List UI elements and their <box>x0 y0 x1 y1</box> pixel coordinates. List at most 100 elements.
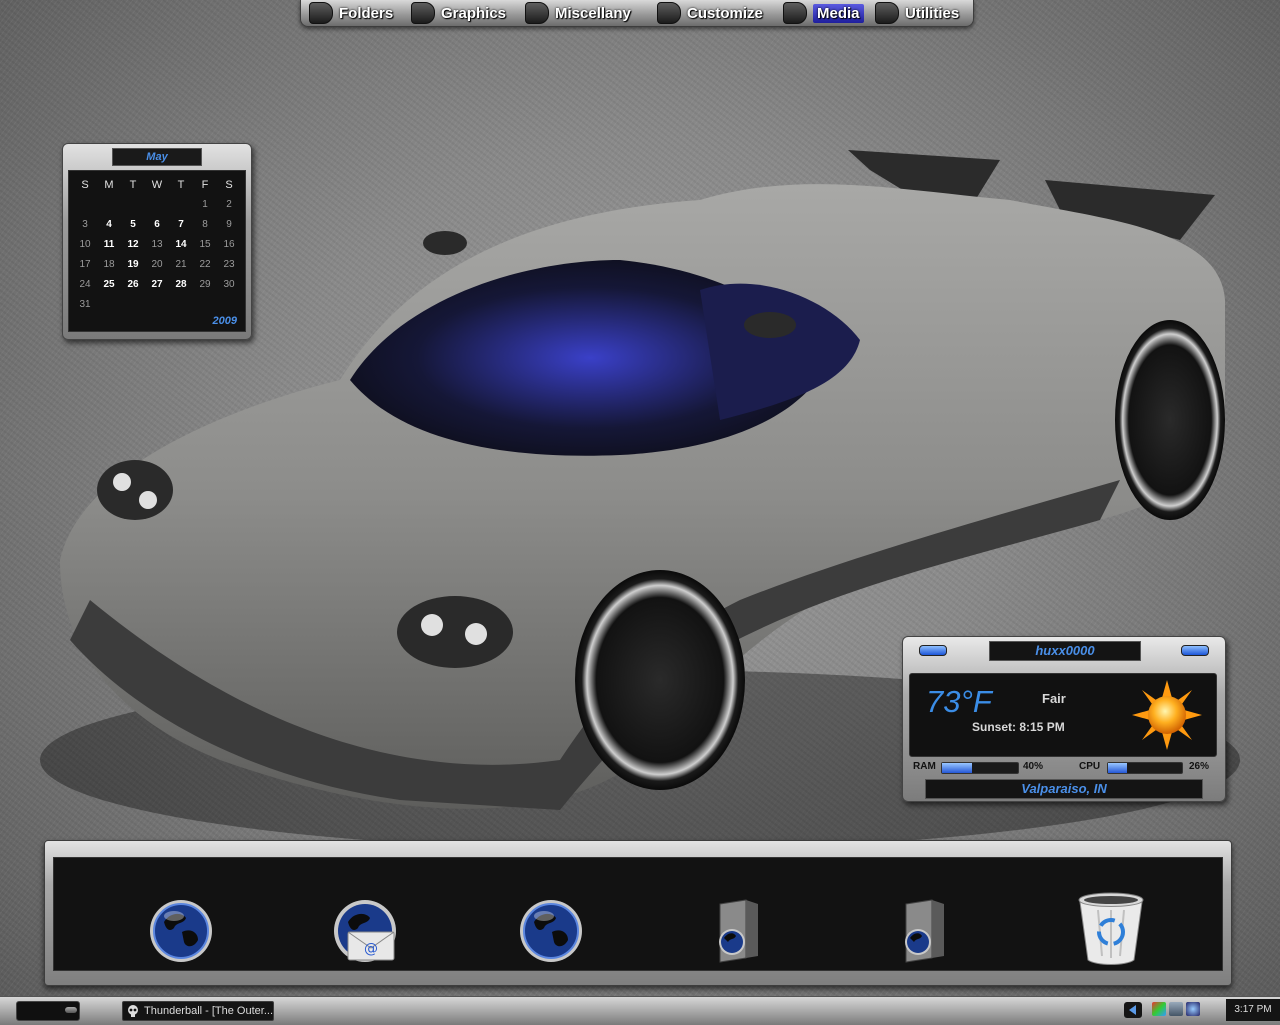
top-menu-bar: Folders Graphics Miscellany Customize Me… <box>300 0 974 27</box>
calendar-day[interactable]: 10 <box>73 235 97 255</box>
ram-meter-fill <box>942 763 973 773</box>
calendar-day[interactable]: 19 <box>121 255 145 275</box>
calendar-weekday: S <box>81 179 89 191</box>
calendar-week-row: 24 25 26 27 28 29 30 <box>73 275 241 295</box>
calendar-weekday: F <box>201 179 209 191</box>
calendar-day[interactable]: 29 <box>193 275 217 295</box>
calendar-day[interactable]: 14 <box>169 235 193 255</box>
calendar-day[interactable]: 2 <box>217 195 241 215</box>
calendar-day[interactable]: 18 <box>97 255 121 275</box>
globe-icon[interactable] <box>148 898 214 964</box>
calendar-day <box>169 195 193 215</box>
calendar-day <box>145 195 169 215</box>
menu-graphics[interactable]: Graphics <box>411 2 506 24</box>
calendar-day[interactable]: 24 <box>73 275 97 295</box>
calendar-weekday: S <box>225 179 233 191</box>
calendar-day <box>97 195 121 215</box>
calendar-weekday: M <box>104 179 114 191</box>
menu-label: Media <box>813 3 864 23</box>
calendar-day <box>97 295 121 315</box>
app-skull-icon <box>128 1005 138 1017</box>
calendar-day[interactable]: 4 <box>97 215 121 235</box>
calendar-day[interactable]: 11 <box>97 235 121 255</box>
calendar-week-row: 12 <box>73 195 241 215</box>
calendar-week-row: 31 <box>73 295 241 315</box>
calendar-day[interactable]: 6 <box>145 215 169 235</box>
cpu-label: CPU <box>1079 761 1101 772</box>
tray-network-icon[interactable] <box>1169 1002 1183 1016</box>
ram-label: RAM <box>913 761 936 772</box>
dock: @ <box>44 840 1232 986</box>
calendar-day[interactable]: 1 <box>193 195 217 215</box>
taskbar: Thunderball - [The Outer... 3:17 PM <box>0 996 1280 1025</box>
weather-condition: Fair <box>1042 691 1066 706</box>
calendar-day <box>121 295 145 315</box>
email-globe-icon[interactable]: @ <box>332 898 398 964</box>
weather-widget[interactable]: huxx0000 73°F Fair Sunset: 8:15 PM RAM 4… <box>902 636 1226 802</box>
calendar-day <box>169 295 193 315</box>
calendar-day[interactable]: 15 <box>193 235 217 255</box>
system-meters: RAM 40% CPU 26% <box>911 761 1217 775</box>
menu-media[interactable]: Media <box>783 2 864 24</box>
menu-knob-icon <box>657 2 681 24</box>
calendar-day <box>145 295 169 315</box>
calendar-day[interactable]: 30 <box>217 275 241 295</box>
calendar-week-row: 3456789 <box>73 215 241 235</box>
calendar-body: S M T W T F S 1 2 3 4 5 6 7 8 9 10 11 12 13 14 15 16 17 18 19 20 21… <box>68 170 246 332</box>
calendar-day[interactable]: 8 <box>193 215 217 235</box>
calendar-day[interactable]: 7 <box>169 215 193 235</box>
calendar-year: 2009 <box>212 315 237 327</box>
calendar-day[interactable]: 26 <box>121 275 145 295</box>
calendar-day[interactable]: 16 <box>217 235 241 255</box>
calendar-day[interactable]: 9 <box>217 215 241 235</box>
calendar-week-row: 17 18 19 20 21 22 23 <box>73 255 241 275</box>
calendar-weekday: T <box>129 179 137 191</box>
calendar-day[interactable]: 5 <box>121 215 145 235</box>
tray-assistant-icon[interactable] <box>1186 1002 1200 1016</box>
ram-meter <box>941 762 1019 774</box>
menu-knob-icon <box>875 2 899 24</box>
calendar-day[interactable]: 22 <box>193 255 217 275</box>
calendar-day[interactable]: 17 <box>73 255 97 275</box>
folder-globe-icon[interactable] <box>706 898 772 964</box>
menu-knob-icon <box>411 2 435 24</box>
menu-customize[interactable]: Customize <box>657 2 763 24</box>
calendar-day[interactable]: 13 <box>145 235 169 255</box>
menu-label: Utilities <box>905 4 960 22</box>
calendar-weekday: T <box>177 179 185 191</box>
menu-knob-icon <box>525 2 549 24</box>
taskbar-clock[interactable]: 3:17 PM <box>1226 999 1280 1021</box>
calendar-day[interactable]: 3 <box>73 215 97 235</box>
globe-icon[interactable] <box>518 898 584 964</box>
tray-app-icon[interactable] <box>1152 1002 1166 1016</box>
calendar-day[interactable]: 28 <box>169 275 193 295</box>
calendar-day[interactable]: 21 <box>169 255 193 275</box>
calendar-grid: S M T W T F S 1 2 3 4 5 6 7 8 9 10 11 12 13 14 15 16 17 18 19 20 21… <box>73 175 241 315</box>
menu-knob-icon <box>783 2 807 24</box>
weather-panel: 73°F Fair Sunset: 8:15 PM <box>909 673 1217 757</box>
led-left-icon <box>919 645 947 656</box>
start-button[interactable] <box>16 1001 80 1021</box>
calendar-day[interactable]: 12 <box>121 235 145 255</box>
calendar-day[interactable]: 27 <box>145 275 169 295</box>
calendar-day[interactable]: 25 <box>97 275 121 295</box>
calendar-day[interactable]: 31 <box>73 295 97 315</box>
menu-folders[interactable]: Folders <box>309 2 393 24</box>
menu-label: Graphics <box>441 4 507 22</box>
calendar-widget[interactable]: May S M T W T F S 1 2 3 4 5 6 7 8 9 10 11 12 13 14 15 16 17 18 19… <box>62 143 252 340</box>
calendar-day <box>73 195 97 215</box>
folder-globe-icon[interactable] <box>892 898 958 964</box>
tray-expand-icon[interactable] <box>1124 1002 1142 1018</box>
sun-icon <box>1132 680 1202 750</box>
menu-utilities[interactable]: Utilities <box>875 2 959 24</box>
weather-temperature: 73°F <box>926 684 992 719</box>
menu-miscellany[interactable]: Miscellany <box>525 2 631 24</box>
tray-icons <box>1152 1002 1200 1016</box>
taskbar-window-button[interactable]: Thunderball - [The Outer... <box>122 1001 274 1021</box>
menu-label: Folders <box>339 4 394 22</box>
recycle-bin-icon[interactable] <box>1076 892 1146 966</box>
calendar-day[interactable]: 20 <box>145 255 169 275</box>
calendar-week-row: 10 11 12 13 14 15 16 <box>73 235 241 255</box>
weather-username: huxx0000 <box>989 641 1141 661</box>
calendar-day[interactable]: 23 <box>217 255 241 275</box>
